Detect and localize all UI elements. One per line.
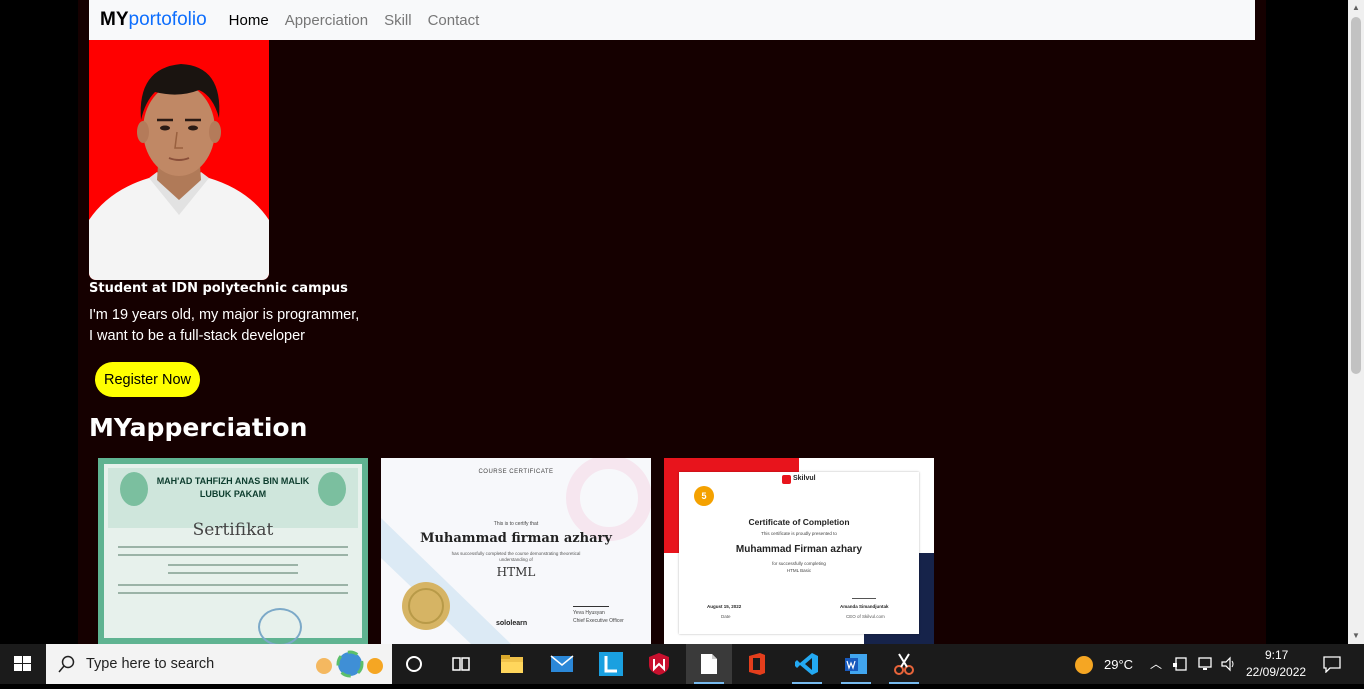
certificate-card-skilvul[interactable]: Skilvul 5 Certificate of Completion This… <box>664 458 934 644</box>
mcafee-icon[interactable] <box>636 644 682 684</box>
certificate-title: Certificate of Completion <box>748 517 850 527</box>
word-icon[interactable] <box>833 644 879 684</box>
text-line <box>118 592 348 594</box>
certificate-card-tahfizh[interactable]: MAH'AD TAHFIZH ANAS BIN MALIK LUBUK PAKA… <box>98 458 368 644</box>
start-button[interactable] <box>0 644 46 684</box>
skilvul-logo: Skilvul <box>793 475 816 482</box>
certificate-title: Sertifikat <box>192 520 274 540</box>
chevron-up-icon[interactable]: ︿ <box>1150 655 1162 672</box>
section-title-apperciation: MYapperciation <box>89 413 308 442</box>
cortana-icon[interactable] <box>391 644 437 684</box>
task-view-icon[interactable] <box>438 644 484 684</box>
nav-link-home[interactable]: Home <box>229 12 269 29</box>
certificate-presented-text: This certificate is proudly presented to <box>761 531 837 536</box>
certificate-signer: Amanda Simandjuntak <box>840 604 889 609</box>
certificate-label: COURSE CERTIFICATE <box>478 469 554 475</box>
taskbar-search-box[interactable]: Type here to search <box>46 644 392 684</box>
scroll-up-arrow-icon[interactable]: ▲ <box>1348 0 1364 16</box>
outer-margin <box>1266 0 1348 644</box>
certificate-signer-role: Chief Executive Officer <box>573 618 624 624</box>
navbar: MYportofolio Home Apperciation Skill Con… <box>89 0 1255 40</box>
skilvul-logo-icon <box>782 475 791 484</box>
nav-links: Home Apperciation Skill Contact <box>221 12 488 29</box>
notification-icon[interactable] <box>1322 655 1342 673</box>
text-line <box>168 572 298 574</box>
clock-date[interactable]: 22/09/2022 <box>1246 665 1306 679</box>
nav-link-skill[interactable]: Skill <box>384 12 412 29</box>
scroll-thumb[interactable] <box>1351 17 1361 374</box>
notepad-icon[interactable] <box>686 644 732 684</box>
certificate-school-location: LUBUK PAKAM <box>199 489 267 499</box>
office-icon[interactable] <box>734 644 780 684</box>
vscode-icon[interactable] <box>784 644 830 684</box>
certificate-card-sololearn[interactable]: COURSE CERTIFICATE This is to certify th… <box>381 458 651 644</box>
certificate-signer-role: CEO of Skilvul.com <box>846 614 885 619</box>
certificate-signer: Yeva Hyusyan <box>573 610 605 616</box>
certificate-course: HTML <box>496 565 536 579</box>
badge-icon: 5 <box>694 486 714 506</box>
battery-icon[interactable] <box>1172 656 1190 672</box>
certificate-description: has successfully completed the course de… <box>451 551 581 562</box>
stamp-icon <box>258 608 302 644</box>
text-line <box>118 584 348 586</box>
windows-taskbar: Type here to search 29°C ︿ 9:17 22/09/20… <box>0 644 1364 684</box>
nav-link-contact[interactable]: Contact <box>428 12 480 29</box>
windows-logo-icon <box>14 656 31 671</box>
text-line <box>118 554 348 556</box>
search-highlight-icon <box>316 650 383 678</box>
signature-icon <box>852 576 876 599</box>
certificate-date-label: Date <box>721 614 731 619</box>
volume-icon[interactable] <box>1220 656 1238 672</box>
l-app-icon[interactable] <box>588 644 634 684</box>
sololearn-logo: sololearn <box>496 620 528 627</box>
certificate-for-text: for successfully completing <box>772 561 826 566</box>
search-placeholder: Type here to search <box>86 656 215 672</box>
hero-title: Student at IDN polytechnic campus <box>89 281 348 296</box>
brand-rest: portofolio <box>128 9 207 30</box>
register-now-button[interactable]: Register Now <box>95 362 200 397</box>
mail-icon[interactable] <box>539 644 585 684</box>
clock-time[interactable]: 9:17 <box>1265 648 1288 662</box>
hero-description-line-1: I'm 19 years old, my major is programmer… <box>89 307 360 323</box>
weather-sun-icon[interactable] <box>1074 655 1094 675</box>
certificate-recipient-name: Muhammad firman azhary <box>420 531 612 546</box>
brand-logo[interactable]: MYportofolio <box>100 9 207 31</box>
text-line <box>168 564 298 566</box>
profile-photo <box>89 40 269 280</box>
snipping-tool-icon[interactable] <box>881 644 927 684</box>
file-explorer-icon[interactable] <box>489 644 535 684</box>
search-icon <box>58 655 75 673</box>
certificate-course: HTML Basic <box>786 568 812 573</box>
signature-icon <box>573 594 609 607</box>
hero-description-line-2: I want to be a full-stack developer <box>89 328 306 344</box>
scroll-down-arrow-icon[interactable]: ▼ <box>1348 628 1364 644</box>
nav-link-apperciation[interactable]: Apperciation <box>285 12 368 29</box>
page-scrollbar[interactable]: ▲ ▼ <box>1348 0 1364 644</box>
certificate-school-name: MAH'AD TAHFIZH ANAS BIN MALIK <box>156 476 310 486</box>
brand-bold: MY <box>100 9 129 30</box>
text-line <box>118 546 348 548</box>
certificate-certify-text: This is to certify that <box>493 521 539 527</box>
network-icon[interactable] <box>1197 656 1215 672</box>
certificate-date: August 15, 2022 <box>707 604 742 609</box>
certificate-recipient-name: Muhammad Firman azhary <box>735 544 863 555</box>
weather-temperature[interactable]: 29°C <box>1104 657 1133 672</box>
